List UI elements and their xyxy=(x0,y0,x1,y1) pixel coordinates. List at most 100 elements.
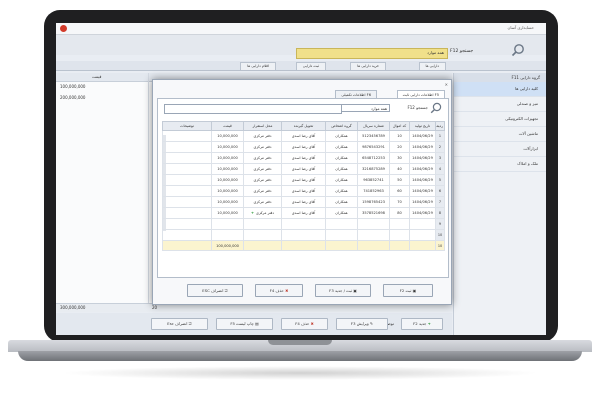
table-row[interactable]: 5 1404/06/29 50 963852741 همکاران آقای رضا اس… xyxy=(162,174,445,186)
table-cell-price: 10,000,000 xyxy=(211,207,244,219)
total-count: 10 xyxy=(435,240,445,251)
table-cell-group xyxy=(325,229,358,241)
table-cell-date: 1404/06/29 xyxy=(409,207,436,219)
tab-assets[interactable]: دارایی ها xyxy=(418,62,446,70)
print-button-label: چاپ لیست F5 xyxy=(230,321,254,326)
table-cell-desc xyxy=(162,229,212,241)
table-cell-serial: 6548712253 xyxy=(357,152,390,164)
search-scope-value: همه موارد xyxy=(370,106,387,111)
edit-button[interactable]: ✎ ویرایش F3 xyxy=(336,318,388,330)
sidebar-item-electronics[interactable]: تجهیزات الکترونیکی xyxy=(454,112,546,127)
table-row[interactable]: 3 1404/06/29 30 6548712253 همکاران آقای رضا ا… xyxy=(162,152,445,164)
search-icon[interactable] xyxy=(511,43,525,57)
laptop-base-bottom xyxy=(18,351,582,361)
table-cell-num: 2 xyxy=(435,141,445,153)
delete-button[interactable]: ✖ حذف F4 xyxy=(281,318,328,330)
table-cell-date: 1404/06/29 xyxy=(409,196,436,208)
table-cell-date: 1404/06/29 xyxy=(409,130,436,142)
table-cell-date: 1404/06/29 xyxy=(409,163,436,175)
table-cell-serial xyxy=(357,229,390,241)
table-cell-receiver: آقای رضا اسدی xyxy=(281,196,326,208)
sidebar-item-all-assets[interactable]: کلیه دارایی ها xyxy=(454,82,546,97)
table-cell-date: 1404/06/29 xyxy=(409,174,436,186)
sidebar-item-real-estate[interactable]: ملک و املاک xyxy=(454,157,546,172)
search-icon[interactable] xyxy=(430,102,442,114)
table-cell-price: 10,000,000 xyxy=(211,163,244,175)
col-header-group: گروه اشخاص xyxy=(325,121,358,131)
table-cell-date: 1404/06/29 xyxy=(409,185,436,197)
table-row[interactable]: 2 1404/06/29 20 9876543291 همکاران آقای رضا ا… xyxy=(162,141,445,153)
tab-register-asset[interactable]: ثبت دارایی xyxy=(295,62,326,70)
total-price: 100,000,000 xyxy=(211,240,244,251)
table-cell xyxy=(325,240,358,251)
search-input[interactable]: همه موارد xyxy=(296,48,448,59)
main-tabs: دارایی ها خرید دارایی ها ثبت دارایی اقلا… xyxy=(56,61,546,71)
printer-icon: ▤ xyxy=(253,321,259,326)
table-row[interactable]: 6 1404/06/29 60 741852963 همکاران آقای رضا اس… xyxy=(162,185,445,197)
save-new-button-label: ثبت / جدید F3 xyxy=(329,288,353,293)
print-list-button[interactable]: ▤ چاپ لیست F5 xyxy=(216,318,273,330)
save-icon: ▣ xyxy=(411,288,417,293)
table-row[interactable]: 1 1404/06/29 10 5123456789 همکاران آقای رضا ا… xyxy=(162,130,445,142)
table-cell-desc xyxy=(162,163,212,175)
grid-total-value: 300,000,000 xyxy=(60,305,86,310)
delete-button[interactable]: ✖ حذف F4 xyxy=(255,284,303,297)
search-scope-select[interactable]: همه موارد ▾ xyxy=(334,104,390,112)
table-cell-location xyxy=(243,218,282,230)
col-header-description: توضیحات xyxy=(162,121,212,131)
table-cell-price xyxy=(211,218,244,230)
save-new-icon: ▣ xyxy=(352,288,357,293)
table-cell-group: همکاران xyxy=(325,185,358,197)
dialog-footer: ▣ ثبت F2 ▣ ثبت / جدید F3 ✖ حذف F4 ⎋ انصر… xyxy=(153,278,451,304)
sidebar-item-furniture[interactable]: میز و صندلی xyxy=(454,97,546,112)
tab-buy-assets[interactable]: خرید دارایی ها xyxy=(350,62,386,70)
table-cell-num: 1 xyxy=(435,130,445,142)
table-row[interactable]: 4 1404/06/29 40 3216875289 همکاران آقای رضا ا… xyxy=(162,163,445,175)
table-cell-price: 10,000,000 xyxy=(211,141,244,153)
table-cell-code: 10 xyxy=(389,130,410,142)
delete-button-label: حذف F4 xyxy=(295,321,310,326)
cancel-button[interactable]: ⎋ انصراف ESC xyxy=(187,284,243,297)
table-cell-group: همکاران xyxy=(325,163,358,175)
cancel-button-label: انصراف Esc xyxy=(167,321,188,326)
table-cell-location: دفتر مرکزی xyxy=(243,130,282,142)
table-cell-price: 10,000,000 xyxy=(211,130,244,142)
table-cell-group: همکاران xyxy=(325,196,358,208)
sidebar-item-tools[interactable]: ابزارآلات xyxy=(454,142,546,157)
dialog-search-input[interactable] xyxy=(164,104,342,114)
cancel-button[interactable]: ⎋ انصراف Esc xyxy=(151,318,208,330)
table-cell-num: 8 xyxy=(435,207,445,219)
app-title: حسابداری آسان xyxy=(507,25,534,30)
table-cell-code: 50 xyxy=(389,174,410,186)
table-total-row: 10 100,000,000 xyxy=(162,240,445,251)
table-cell-location: دفتر مرکزی xyxy=(243,163,282,175)
table-cell-location-text: دفتر مرکزی xyxy=(256,211,274,215)
table-row[interactable]: 9 xyxy=(162,218,445,230)
table-cell-location: دفتر مرکزی xyxy=(243,152,282,164)
table-cell-receiver: آقای رضا اسدی xyxy=(281,152,326,164)
table-cell-date: 1404/06/29 xyxy=(409,141,436,153)
table-cell-desc xyxy=(162,141,212,153)
app-screen: حسابداری آسان جستجو F12 همه موارد دارایی… xyxy=(56,23,546,335)
add-row-icon[interactable]: + xyxy=(251,211,254,215)
table-cell-desc xyxy=(162,207,212,219)
tab-asset-items[interactable]: اقلام دارایی ها xyxy=(240,62,276,70)
close-icon[interactable]: ✕ xyxy=(445,82,448,87)
assets-table: ردیف تاریخ تولید کد اموال شماره سریال گر… xyxy=(162,121,445,251)
save-button[interactable]: ▣ ثبت F2 xyxy=(383,284,433,297)
table-cell-price: 10,000,000 xyxy=(211,174,244,186)
table-row[interactable]: 8 1404/06/29 80 3578521698 همکاران آقای رضا ا… xyxy=(162,207,445,219)
sidebar-item-machinery[interactable]: ماشین آلات xyxy=(454,127,546,142)
table-cell-serial: 3216875289 xyxy=(357,163,390,175)
sidebar-header: گروه دارایی F11 xyxy=(454,73,546,82)
table-cell-desc xyxy=(162,218,212,230)
table-cell-price: 10,000,000 xyxy=(211,152,244,164)
table-cell-serial: 9876543291 xyxy=(357,141,390,153)
save-new-button[interactable]: ▣ ثبت / جدید F3 xyxy=(315,284,371,297)
table-row[interactable]: 7 1404/06/29 70 1598765423 همکاران آقای رضا ا… xyxy=(162,196,445,208)
table-cell-code: 80 xyxy=(389,207,410,219)
new-button[interactable]: + جدید F2 xyxy=(401,318,443,330)
table-cell-receiver xyxy=(281,218,326,230)
table-cell-code: 30 xyxy=(389,152,410,164)
table-row[interactable]: 10 xyxy=(162,229,445,241)
